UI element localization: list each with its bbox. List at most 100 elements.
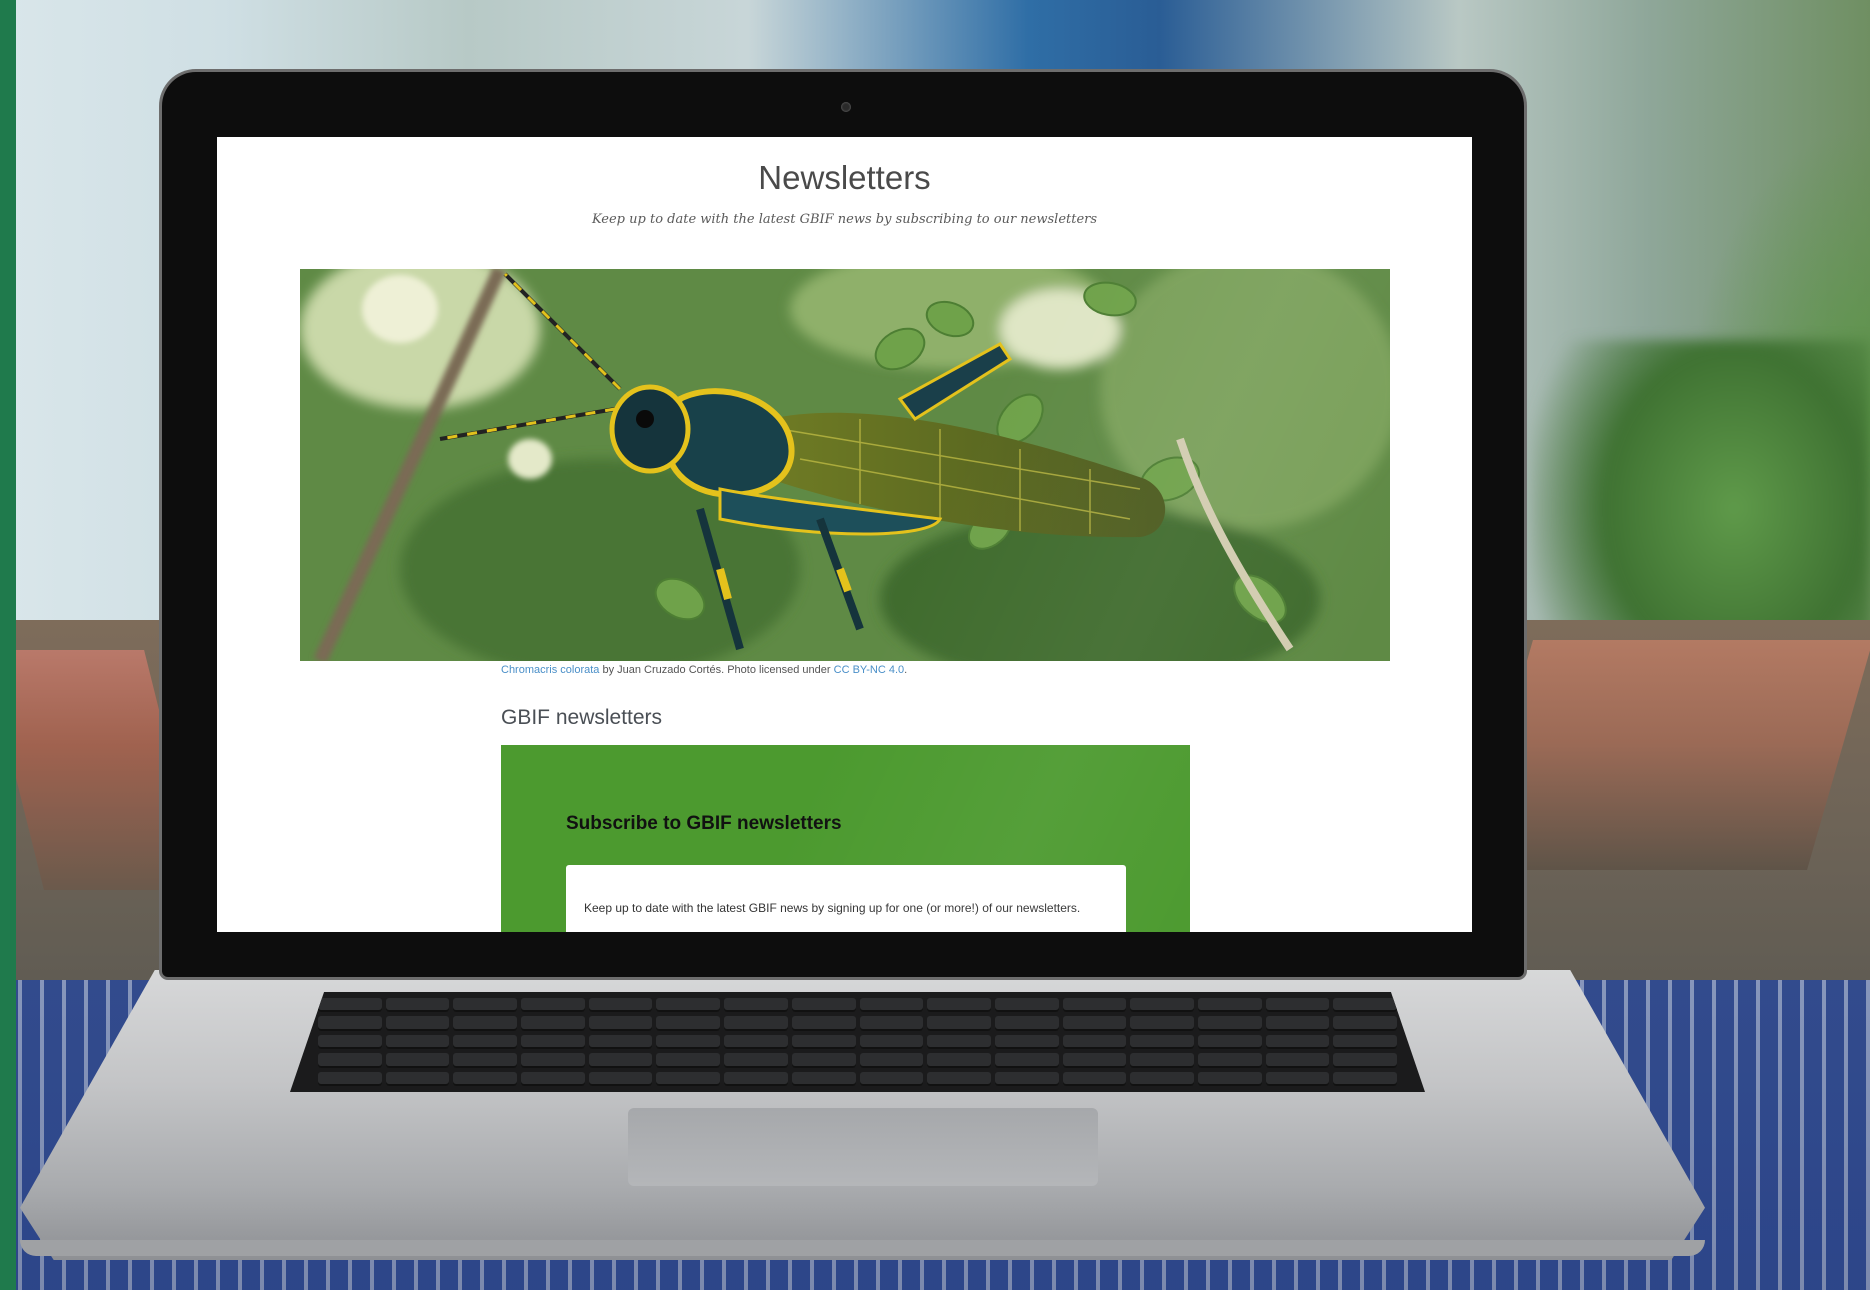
- keyboard-key: [588, 1034, 653, 1050]
- background-bench-right: [1467, 640, 1870, 870]
- keyboard-key: [791, 1016, 856, 1031]
- keyboard-key: [1130, 998, 1194, 1013]
- keyboard-key: [927, 1016, 991, 1031]
- keyboard-key: [453, 998, 518, 1013]
- keyboard-key: [1062, 1016, 1127, 1031]
- license-link[interactable]: CC BY-NC 4.0: [834, 664, 905, 676]
- page-subtitle: Keep up to date with the latest GBIF new…: [591, 212, 1098, 227]
- keyboard-key: [453, 1053, 518, 1068]
- keyboard-key: [521, 998, 585, 1013]
- keyboard-key: [927, 998, 991, 1013]
- keyboard-key: [1333, 998, 1397, 1013]
- keyboard-key: [1130, 1016, 1194, 1031]
- keyboard-key: [994, 1071, 1059, 1086]
- green-border-strip: [0, 0, 16, 1290]
- keyboard-key: [385, 1053, 450, 1068]
- keyboard-key: [385, 998, 450, 1013]
- keyboard-key: [1130, 1034, 1194, 1050]
- laptop-trackpad: [628, 1108, 1098, 1186]
- keyboard-key: [1062, 998, 1127, 1013]
- keyboard-key: [588, 1071, 653, 1086]
- keyboard-key: [724, 1016, 788, 1031]
- keyboard-key: [1333, 1053, 1397, 1068]
- keyboard-key: [1265, 1053, 1330, 1068]
- keyboard-key: [859, 1016, 924, 1031]
- keyboard-key: [1062, 1053, 1127, 1068]
- caption-end: .: [904, 664, 908, 676]
- keyboard-key: [994, 1016, 1059, 1031]
- keyboard-key: [1333, 1034, 1397, 1050]
- keyboard-key: [318, 1071, 382, 1086]
- keyboard-key: [791, 998, 856, 1013]
- keyboard-key: [385, 1016, 450, 1031]
- keyboard-key: [318, 1053, 382, 1068]
- keyboard-key: [588, 998, 653, 1013]
- keyboard-key: [859, 1053, 924, 1068]
- keyboard-key: [1333, 1016, 1397, 1031]
- keyboard-key: [1333, 1071, 1397, 1086]
- keyboard-key: [656, 1016, 721, 1031]
- subscribe-panel: Subscribe to GBIF newsletters Keep up to…: [501, 745, 1190, 932]
- species-link[interactable]: Chromacris colorata: [501, 664, 599, 676]
- section-heading: GBIF newsletters: [501, 706, 663, 729]
- keyboard-key: [1130, 1071, 1194, 1086]
- keyboard-key: [1130, 1053, 1194, 1068]
- keyboard-key: [1265, 1034, 1330, 1050]
- keyboard-key: [859, 1071, 924, 1086]
- laptop-keyboard: [290, 992, 1425, 1092]
- keyboard-key: [1265, 998, 1330, 1013]
- keyboard-key: [318, 1016, 382, 1031]
- page-title: Newsletters: [758, 159, 931, 196]
- laptop-screen: Newsletters Keep up to date with the lat…: [217, 137, 1472, 932]
- caption-credit: by Juan Cruzado Cortés. Photo licensed u…: [599, 664, 834, 676]
- keyboard-key: [791, 1071, 856, 1086]
- keyboard-key: [994, 998, 1059, 1013]
- keyboard-key: [724, 1071, 788, 1086]
- keyboard-key: [724, 1053, 788, 1068]
- keyboard-key: [453, 1071, 518, 1086]
- keyboard-key: [859, 1034, 924, 1050]
- keyboard-key: [385, 1071, 450, 1086]
- keyboard-key: [1197, 1034, 1262, 1050]
- keyboard-key: [521, 1071, 585, 1086]
- keyboard-key: [859, 998, 924, 1013]
- keyboard-key: [453, 1016, 518, 1031]
- keyboard-key: [453, 1034, 518, 1050]
- keyboard-key: [521, 1053, 585, 1068]
- keyboard-key: [385, 1034, 450, 1050]
- keyboard-key: [318, 998, 382, 1013]
- keyboard-key: [1062, 1071, 1127, 1086]
- subscribe-description: Keep up to date with the latest GBIF new…: [584, 901, 1081, 915]
- keyboard-key: [1197, 1016, 1262, 1031]
- keyboard-key: [724, 998, 788, 1013]
- keyboard-key: [1265, 1071, 1330, 1086]
- keyboard-key: [1197, 998, 1262, 1013]
- webcam-icon: [841, 102, 851, 112]
- keyboard-key: [994, 1053, 1059, 1068]
- keyboard-key: [994, 1034, 1059, 1050]
- keyboard-key: [656, 1034, 721, 1050]
- keyboard-key: [1062, 1034, 1127, 1050]
- keyboard-key: [927, 1034, 991, 1050]
- keyboard-key: [521, 1016, 585, 1031]
- hero-image: [300, 269, 1390, 661]
- keyboard-key: [656, 1053, 721, 1068]
- keyboard-key: [927, 1071, 991, 1086]
- keyboard-key: [588, 1016, 653, 1031]
- keyboard-key: [927, 1053, 991, 1068]
- grasshopper-photo: [300, 269, 1390, 661]
- keyboard-key: [791, 1034, 856, 1050]
- subscribe-card: Keep up to date with the latest GBIF new…: [566, 865, 1126, 932]
- keyboard-key: [1265, 1016, 1330, 1031]
- keyboard-key: [724, 1034, 788, 1050]
- keyboard-key: [656, 1071, 721, 1086]
- keyboard-key: [1197, 1053, 1262, 1068]
- keyboard-key: [588, 1053, 653, 1068]
- subscribe-title: Subscribe to GBIF newsletters: [566, 813, 842, 834]
- keyboard-key: [318, 1034, 382, 1050]
- keyboard-key: [791, 1053, 856, 1068]
- laptop-front-edge: [20, 1240, 1705, 1256]
- keyboard-key: [1197, 1071, 1262, 1086]
- image-caption: Chromacris colorata by Juan Cruzado Cort…: [501, 664, 907, 676]
- keyboard-key: [521, 1034, 585, 1050]
